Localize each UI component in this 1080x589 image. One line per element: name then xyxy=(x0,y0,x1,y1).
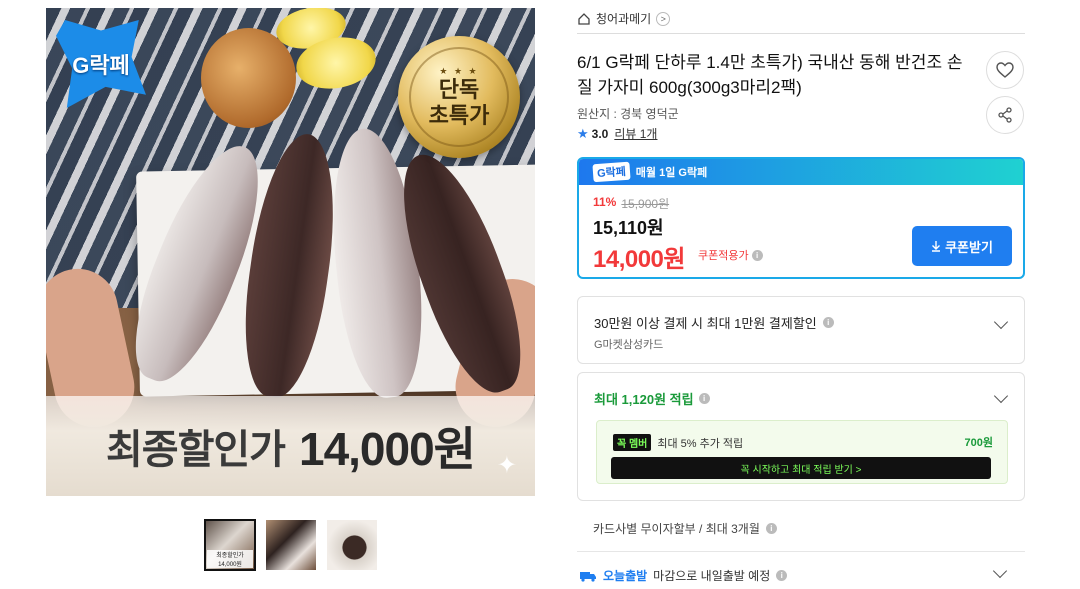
chevron-right-icon[interactable]: > xyxy=(656,11,671,26)
rating-summary: ★ 3.0 리뷰 1개 xyxy=(577,125,657,142)
coupon-download-button[interactable]: 쿠폰받기 xyxy=(912,226,1012,266)
card-discount-subtitle: G마켓삼성카드 xyxy=(594,339,664,351)
divider xyxy=(577,33,1025,34)
share-icon xyxy=(998,107,1012,123)
member-benefit-box: 꼭 멤버 최대 5% 추가 적립 700원 꼭 시작하고 최대 적립 받기 > xyxy=(596,420,1008,484)
origin-info: 원산지 : 경북 영덕군 xyxy=(577,107,679,121)
sparkle-icon: ✦ xyxy=(496,452,517,479)
coupon-note-text: 쿠폰적용가 xyxy=(698,250,749,262)
thumbnail-1[interactable]: 최종할인가 14,000원 xyxy=(204,519,256,571)
thumbnail-2[interactable] xyxy=(266,520,316,570)
card-discount-panel[interactable]: 30만원 이상 결제 시 최대 1만원 결제할인 i G마켓삼성카드 xyxy=(577,296,1025,364)
chevron-down-icon[interactable] xyxy=(993,388,1009,404)
member-badge: 꼭 멤버 xyxy=(613,434,652,451)
discount-line: 11% 15,900원 xyxy=(593,195,669,212)
shipping-badge: 오늘출발 xyxy=(603,569,648,583)
info-icon[interactable]: i xyxy=(765,523,777,534)
banner-price: 14,000원 xyxy=(298,423,476,475)
member-amount: 700원 xyxy=(964,437,993,449)
banner-label: 최종할인가 xyxy=(105,428,286,472)
product-title: 6/1 G락페 단하루 1.4만 초특가) 국내산 동해 반건조 손질 가자미 … xyxy=(577,53,963,97)
divider xyxy=(577,551,1025,552)
truck-icon xyxy=(580,571,596,582)
info-icon[interactable]: i xyxy=(751,249,763,261)
chevron-down-icon[interactable] xyxy=(992,563,1008,579)
g-lakpe-badge: G락페 xyxy=(592,161,631,183)
logo-text: G락페 xyxy=(72,53,130,78)
chevron-down-icon[interactable] xyxy=(993,314,1009,330)
share-button[interactable] xyxy=(986,96,1024,134)
heart-icon xyxy=(996,62,1014,78)
coupon-price: 14,000원 xyxy=(593,246,686,273)
installment-text: 카드사별 무이자할부 / 최대 3개월 xyxy=(593,522,760,536)
card-discount-title: 30만원 이상 결제 시 최대 1만원 결제할인 i xyxy=(594,313,834,332)
thumbnail-caption: 최종할인가 14,000원 xyxy=(207,550,253,568)
member-signup-button[interactable]: 꼭 시작하고 최대 적립 받기 > xyxy=(611,457,991,479)
info-icon[interactable]: i xyxy=(698,393,710,404)
member-row: 꼭 멤버 최대 5% 추가 적립 xyxy=(613,434,743,451)
thumbnail-3[interactable] xyxy=(327,520,377,570)
coupon-note: 쿠폰적용가 i xyxy=(698,247,763,263)
sale-price: 15,110원 xyxy=(593,218,664,238)
review-link[interactable]: 리뷰 1개 xyxy=(614,125,657,142)
info-icon[interactable]: i xyxy=(776,570,788,581)
wishlist-button[interactable] xyxy=(986,51,1024,89)
info-icon[interactable]: i xyxy=(822,317,834,328)
breadcrumb: 청어과메기 > xyxy=(577,10,671,27)
price-header: G락페 매월 1일 G락페 xyxy=(579,159,1023,185)
points-panel: 최대 1,120원 적립 i 꼭 멤버 최대 5% 추가 적립 700원 꼭 시… xyxy=(577,372,1025,501)
download-icon xyxy=(932,241,941,252)
final-price-banner: 최종할인가 14,000원 ✦ xyxy=(46,396,535,496)
star-icon: ★ xyxy=(577,125,589,141)
breadcrumb-category[interactable]: 청어과메기 xyxy=(596,10,651,27)
shipping-info: 오늘출발 마감으로 내일출발 예정 i xyxy=(579,567,788,584)
coupon-button-label: 쿠폰받기 xyxy=(945,239,993,255)
seal-stars: ★ ★ ★ xyxy=(439,66,479,77)
card-discount-text: 30만원 이상 결제 시 최대 1만원 결제할인 xyxy=(594,316,817,331)
price-box: G락페 매월 1일 G락페 11% 15,900원 15,110원 14,000… xyxy=(577,157,1025,279)
seal-text: 단독 초특가 xyxy=(428,77,490,128)
home-icon[interactable] xyxy=(577,12,591,26)
main-product-image[interactable]: G락페 ★ ★ ★ 단독 초특가 최종할인가 14,000원 ✦ xyxy=(46,8,535,496)
original-price: 15,900원 xyxy=(621,197,670,211)
discount-percent: 11% xyxy=(593,195,617,209)
exclusive-deal-seal: ★ ★ ★ 단독 초특가 xyxy=(398,36,520,158)
price-header-text: 매월 1일 G락페 xyxy=(635,167,708,179)
member-text: 최대 5% 추가 적립 xyxy=(657,437,744,450)
points-title: 최대 1,120원 적립 i xyxy=(594,389,710,408)
installment-info: 카드사별 무이자할부 / 최대 3개월 i xyxy=(593,520,777,537)
rating-score: 3.0 xyxy=(591,126,609,141)
points-title-text: 최대 1,120원 적립 xyxy=(594,392,694,407)
thumbnail-strip: 최종할인가 14,000원 xyxy=(204,519,377,571)
shipping-text: 마감으로 내일출발 예정 xyxy=(653,569,771,583)
